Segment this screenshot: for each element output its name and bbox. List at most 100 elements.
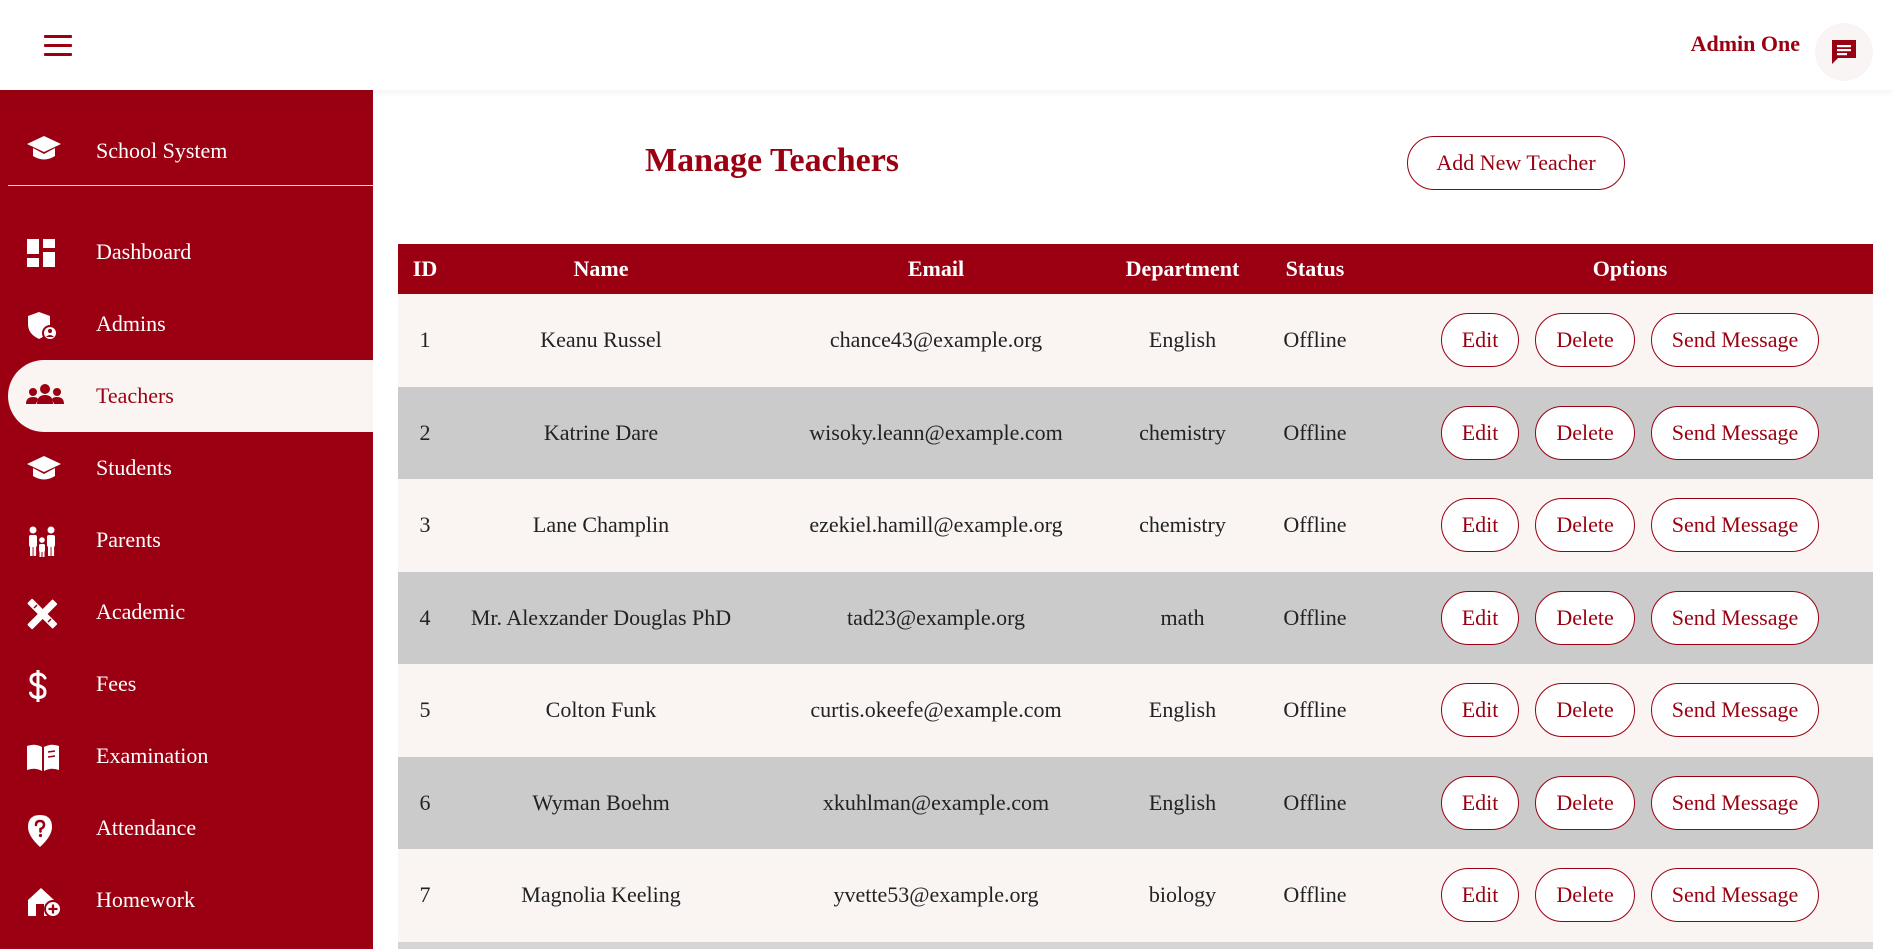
table-row: 4 Mr. Alexzander Douglas PhD tad23@example… (398, 571, 1873, 664)
sidebar-item-label: Parents (96, 527, 161, 552)
sidebar-item-dashboard[interactable]: Dashboard (8, 216, 373, 288)
teachers-table: ID Name Email Department Status Options … (398, 244, 1873, 942)
row-actions: Edit Delete Send Message (1387, 498, 1873, 553)
edit-button[interactable]: Edit (1440, 775, 1520, 830)
cell-status: Offline (1283, 697, 1347, 723)
location-question-icon (26, 814, 58, 847)
cell-status: Offline (1283, 419, 1347, 445)
sidebar-item-academic[interactable]: Academic (8, 576, 373, 648)
message-button[interactable] (1815, 23, 1873, 81)
sidebar-item-label: Fees (96, 671, 137, 696)
delete-button[interactable]: Delete (1535, 405, 1635, 460)
cell-department: chemistry (1139, 512, 1226, 538)
edit-button[interactable]: Edit (1440, 498, 1520, 553)
admin-name[interactable]: Admin One (1691, 31, 1800, 57)
edit-button[interactable]: Edit (1440, 313, 1520, 368)
cell-options: Edit Delete Send Message (1387, 757, 1873, 850)
delete-button[interactable]: Delete (1535, 498, 1635, 553)
cell-id: 7 (419, 882, 431, 908)
send-message-button[interactable]: Send Message (1650, 868, 1820, 923)
cell-id: 1 (419, 327, 431, 353)
sidebar-item-label: Examination (96, 743, 209, 768)
send-message-button[interactable]: Send Message (1650, 313, 1820, 368)
cell-name: Keanu Russel (540, 327, 662, 353)
admin-shield-icon (26, 310, 58, 341)
delete-button[interactable]: Delete (1535, 683, 1635, 738)
cell-department: biology (1148, 882, 1217, 908)
cell-status: Offline (1283, 789, 1347, 815)
sidebar-item-parents[interactable]: Parents (8, 504, 373, 576)
sidebar-item-homework[interactable]: Homework (8, 864, 373, 936)
graduation-cap-icon (26, 134, 62, 169)
edit-button[interactable]: Edit (1440, 868, 1520, 923)
cell-status: Offline (1283, 882, 1347, 908)
cell-options: Edit Delete Send Message (1387, 849, 1873, 942)
sidebar-item-fees[interactable]: Fees (8, 648, 373, 720)
column-header-options: Options (1592, 256, 1668, 281)
sidebar-item-teachers[interactable]: Teachers (8, 360, 373, 432)
cell-options: Edit Delete Send Message (1387, 664, 1873, 757)
cell-id: 2 (419, 419, 431, 445)
sidebar-brand[interactable]: School System (0, 120, 373, 180)
column-header-id[interactable]: ID (398, 244, 452, 294)
cell-name: Lane Champlin (532, 512, 670, 538)
row-actions: Edit Delete Send Message (1387, 313, 1873, 368)
delete-button[interactable]: Delete (1535, 775, 1635, 830)
cell-status: Offline (1283, 604, 1347, 630)
sidebar-item-examination[interactable]: Examination (8, 720, 373, 792)
users-icon (26, 382, 64, 412)
cell-status: Offline (1283, 512, 1347, 538)
column-header-name[interactable]: Name (452, 244, 750, 294)
sidebar-item-label: Students (96, 455, 172, 480)
add-teacher-button[interactable]: Add New Teacher (1407, 136, 1625, 190)
send-message-button[interactable]: Send Message (1650, 683, 1820, 738)
send-message-button[interactable]: Send Message (1650, 498, 1820, 553)
column-header-department[interactable]: Department (1122, 244, 1243, 294)
cell-name: Wyman Boehm (532, 789, 670, 815)
dollar-icon (26, 669, 58, 703)
dashboard-icon (26, 238, 58, 268)
cell-name: Katrine Dare (543, 419, 659, 445)
brand-label: School System (96, 138, 228, 163)
sidebar-divider (8, 185, 373, 186)
page-title: Manage Teachers (645, 142, 900, 179)
cell-email: tad23@example.org (846, 604, 1026, 630)
cell-email: chance43@example.org (829, 327, 1043, 353)
cell-email: xkuhlman@example.com (822, 789, 1050, 815)
edit-button[interactable]: Edit (1440, 683, 1520, 738)
sidebar: School System Dashboard Admins Teachers … (0, 90, 373, 949)
cell-email: curtis.okeefe@example.com (810, 697, 1062, 723)
edit-button[interactable]: Edit (1440, 590, 1520, 645)
column-header-status[interactable]: Status (1243, 244, 1387, 294)
row-actions: Edit Delete Send Message (1387, 868, 1873, 923)
horizontal-scrollbar[interactable] (398, 942, 1873, 949)
cell-department: math (1160, 604, 1205, 630)
hamburger-icon[interactable] (44, 35, 72, 57)
table-row: 7 Magnolia Keeling yvette53@example.org bio… (398, 849, 1873, 942)
delete-button[interactable]: Delete (1535, 313, 1635, 368)
family-icon (26, 526, 58, 557)
cell-id: 3 (419, 512, 431, 538)
delete-button[interactable]: Delete (1535, 590, 1635, 645)
column-header-email[interactable]: Email (750, 244, 1122, 294)
book-open-icon (26, 742, 59, 772)
cell-email: wisoky.leann@example.com (809, 419, 1063, 445)
cell-id: 5 (419, 697, 431, 723)
edit-button[interactable]: Edit (1440, 405, 1520, 460)
delete-button[interactable]: Delete (1535, 868, 1635, 923)
send-message-button[interactable]: Send Message (1650, 590, 1820, 645)
row-actions: Edit Delete Send Message (1387, 590, 1873, 645)
send-message-button[interactable]: Send Message (1650, 405, 1820, 460)
table-row: 1 Keanu Russel chance43@example.org English… (398, 294, 1873, 387)
cell-options: Edit Delete Send Message (1387, 479, 1873, 572)
sidebar-item-label: Academic (96, 599, 186, 624)
sidebar-item-admins[interactable]: Admins (8, 288, 373, 360)
graduation-cap-icon (26, 454, 61, 484)
chat-icon (1832, 40, 1856, 64)
sidebar-item-attendance[interactable]: Attendance (8, 792, 373, 864)
send-message-button[interactable]: Send Message (1650, 775, 1820, 830)
sidebar-item-label: Homework (96, 887, 195, 912)
cell-status: Offline (1283, 327, 1347, 353)
sidebar-item-students[interactable]: Students (8, 432, 373, 504)
cell-name: Magnolia Keeling (521, 882, 681, 908)
